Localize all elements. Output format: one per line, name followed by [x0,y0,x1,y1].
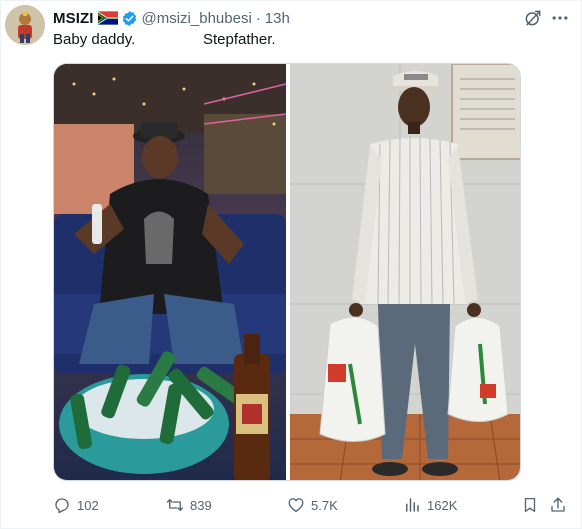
separator-dot: · [255,9,261,27]
photo-stepfather[interactable] [290,64,520,480]
user-handle[interactable]: @msizi_bhubesi [142,10,252,27]
display-name[interactable]: MSIZI [53,10,94,27]
retweet-count: 839 [190,497,212,513]
tweet-header: MSIZI @msizi_bhubesi · 13h [53,8,290,28]
views-count: 162K [427,497,458,513]
tweet-card[interactable]: MSIZI @msizi_bhubesi · 13h Baby daddy. S… [0,0,582,529]
verified-badge-icon [121,10,138,27]
tweet-text-left: Baby daddy. [53,31,136,48]
tweet-actions: 102 839 5.7K 162K [53,494,573,516]
tweet-text-right: Stepfather. [203,31,276,48]
photo-baby-daddy[interactable] [54,64,286,480]
grok-icon[interactable] [523,8,543,28]
more-icon[interactable] [550,8,570,28]
timestamp[interactable]: 13h [265,10,290,27]
share-button[interactable] [549,494,567,516]
retweet-button[interactable]: 839 [166,494,212,516]
retweet-icon [166,499,184,511]
reply-icon [55,498,69,514]
views-chart-icon [406,498,419,512]
like-button[interactable]: 5.7K [287,494,338,516]
tweet-text: Baby daddy. Stepfather. [53,31,276,51]
avatar[interactable] [5,5,45,45]
tweet-media[interactable] [53,63,521,481]
share-icon [551,497,565,512]
reply-button[interactable]: 102 [53,494,99,516]
bookmark-button[interactable] [521,494,539,516]
south-africa-flag-icon [97,11,118,25]
reply-count: 102 [77,497,99,513]
views-button[interactable]: 162K [403,494,457,516]
bookmark-icon [524,497,536,513]
heart-icon [288,498,304,513]
like-count: 5.7K [311,497,338,513]
